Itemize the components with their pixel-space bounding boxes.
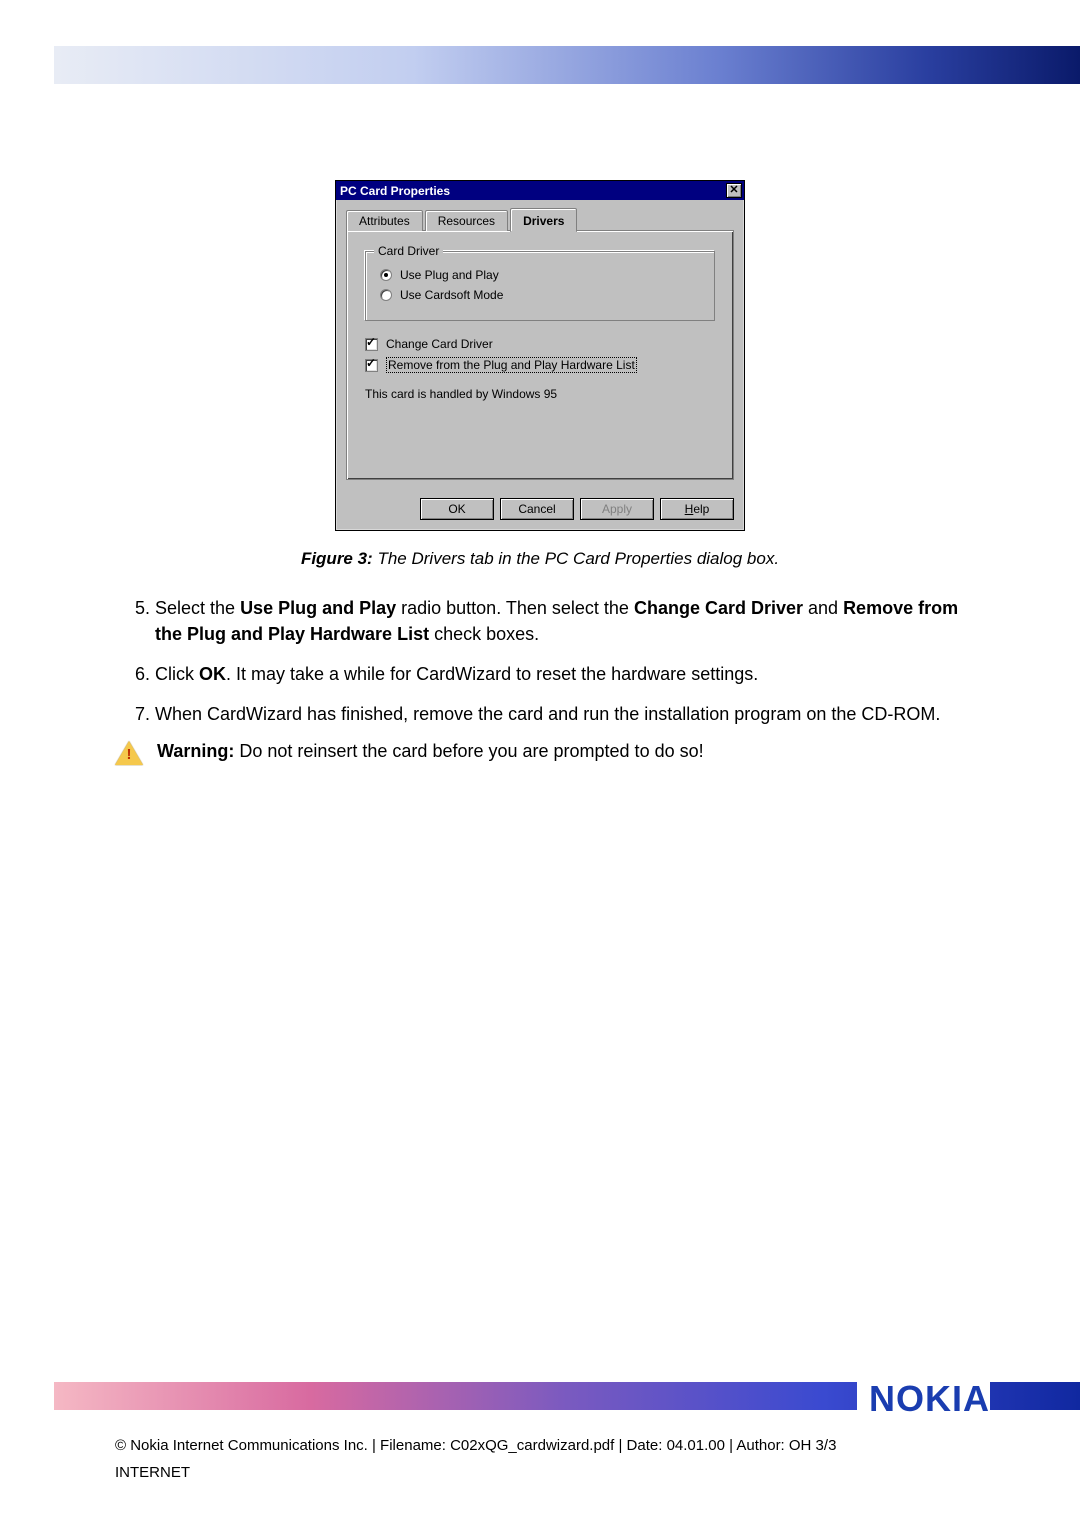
radio-icon [380,269,392,281]
checkbox-label: Remove from the Plug and Play Hardware L… [386,357,637,373]
cancel-button[interactable]: Cancel [500,498,574,520]
figure-text: The Drivers tab in the PC Card Propertie… [377,549,779,568]
footer-line-2: INTERNET [115,1459,990,1486]
dialog-title: PC Card Properties [340,184,450,198]
warning-label: Warning: [157,741,234,761]
tab-strip: Attributes Resources Drivers [346,208,734,231]
header-band [54,46,1080,84]
footer-line-1: © Nokia Internet Communications Inc. | F… [115,1432,990,1459]
radio-label: Use Plug and Play [400,268,499,282]
radio-icon [380,289,392,301]
dialog-body: Attributes Resources Drivers Card Driver… [336,200,744,490]
step-7: When CardWizard has finished, remove the… [155,701,965,727]
tab-drivers[interactable]: Drivers [510,208,577,232]
help-button[interactable]: Help [660,498,734,520]
tab-attributes[interactable]: Attributes [346,210,423,231]
warning-body: Do not reinsert the card before you are … [239,741,703,761]
ok-button[interactable]: OK [420,498,494,520]
card-driver-group: Card Driver Use Plug and Play Use Cardso… [365,251,715,321]
page-footer: © Nokia Internet Communications Inc. | F… [115,1432,990,1486]
checkbox-icon [365,359,378,372]
step-6: Click OK. It may take a while for CardWi… [155,661,965,687]
nokia-logo: NOKIA [857,1378,990,1420]
status-text: This card is handled by Windows 95 [365,387,715,401]
instruction-list: Select the Use Plug and Play radio butto… [115,595,965,727]
dialog-button-row: OK Cancel Apply Help [336,490,744,530]
check-remove-pnp-list[interactable]: Remove from the Plug and Play Hardware L… [365,357,715,373]
check-change-card-driver[interactable]: Change Card Driver [365,337,715,351]
figure-caption: Figure 3: The Drivers tab in the PC Card… [115,549,965,569]
warning-text: Warning: Do not reinsert the card before… [157,741,704,762]
checkbox-icon [365,338,378,351]
warning-icon [115,741,143,767]
dialog-titlebar: PC Card Properties ✕ [336,181,744,200]
apply-button[interactable]: Apply [580,498,654,520]
tab-resources[interactable]: Resources [425,210,508,231]
page-content: PC Card Properties ✕ Attributes Resource… [115,150,965,767]
tab-panel-drivers: Card Driver Use Plug and Play Use Cardso… [346,230,734,480]
checkbox-label: Change Card Driver [386,337,493,351]
radio-label: Use Cardsoft Mode [400,288,503,302]
warning-block: Warning: Do not reinsert the card before… [115,741,965,767]
figure-label: Figure 3: [301,549,373,568]
close-icon[interactable]: ✕ [726,183,742,198]
pc-card-properties-dialog: PC Card Properties ✕ Attributes Resource… [335,180,745,531]
radio-cardsoft-mode[interactable]: Use Cardsoft Mode [380,288,700,302]
step-5: Select the Use Plug and Play radio butto… [155,595,965,647]
radio-plug-and-play[interactable]: Use Plug and Play [380,268,700,282]
group-legend: Card Driver [374,244,443,258]
